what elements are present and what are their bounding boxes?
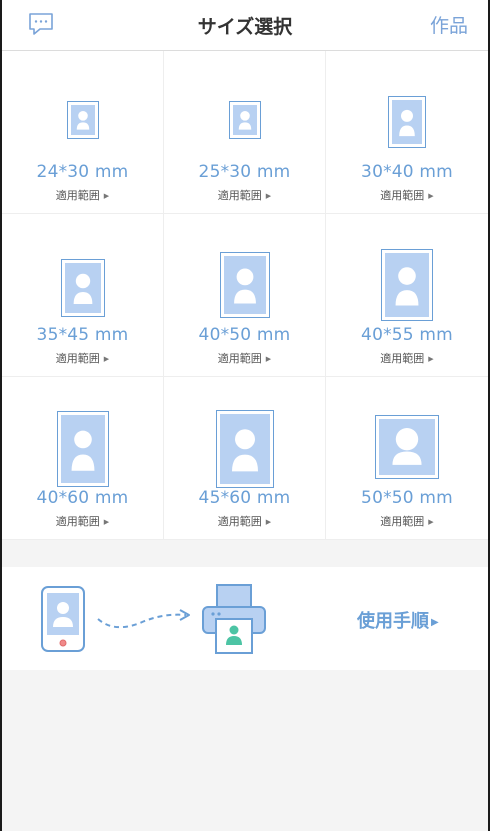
portrait-icon: [220, 252, 270, 318]
screen: サイズ選択 作品 24*30 mm 適用範囲 ▶ 25*30 mm 適用範囲 ▶ 30*40…: [2, 0, 488, 831]
portrait-icon: [375, 415, 439, 479]
triangle-right-icon: ▶: [103, 518, 110, 526]
range-label: 適用範囲: [380, 515, 425, 528]
nav-bar: サイズ選択 作品: [2, 0, 488, 51]
size-option[interactable]: 50*50 mm 適用範囲 ▶: [326, 377, 488, 540]
usage-guide-link[interactable]: 使用手順 ▶: [357, 607, 439, 633]
range-label: 適用範囲: [55, 352, 100, 365]
range-label: 適用範囲: [55, 189, 100, 202]
size-label: 50*50 mm: [361, 488, 453, 508]
triangle-right-icon: ▶: [265, 518, 272, 526]
triangle-right-icon: ▶: [265, 192, 272, 200]
size-option[interactable]: 25*30 mm 適用範囲 ▶: [164, 51, 326, 214]
size-label: 45*60 mm: [198, 488, 291, 508]
triangle-right-icon: ▶: [431, 617, 439, 628]
triangle-right-icon: ▶: [265, 355, 272, 363]
applicable-range-link[interactable]: 適用範囲 ▶: [2, 513, 163, 529]
size-option[interactable]: 40*50 mm 適用範囲 ▶: [164, 214, 326, 377]
phone-icon: [41, 586, 85, 652]
portrait-icon: [381, 249, 433, 321]
range-label: 適用範囲: [217, 189, 262, 202]
applicable-range-link[interactable]: 適用範囲 ▶: [326, 187, 488, 203]
size-label: 25*30 mm: [198, 162, 291, 182]
usage-guide-banner[interactable]: 使用手順 ▶: [2, 567, 488, 670]
range-label: 適用範囲: [217, 352, 262, 365]
portrait-icon: [61, 259, 105, 317]
works-button[interactable]: 作品: [430, 11, 468, 38]
size-option[interactable]: 45*60 mm 適用範囲 ▶: [164, 377, 326, 540]
size-label: 24*30 mm: [36, 162, 129, 182]
portrait-icon: [67, 101, 99, 139]
applicable-range-link[interactable]: 適用範囲 ▶: [2, 187, 163, 203]
size-option[interactable]: 24*30 mm 適用範囲 ▶: [2, 51, 164, 214]
applicable-range-link[interactable]: 適用範囲 ▶: [326, 513, 488, 529]
size-option[interactable]: 40*60 mm 適用範囲 ▶: [2, 377, 164, 540]
usage-guide-label: 使用手順: [357, 611, 429, 632]
applicable-range-link[interactable]: 適用範囲 ▶: [326, 350, 488, 366]
portrait-icon: [57, 411, 109, 487]
dashed-arrow-icon: [97, 609, 190, 629]
applicable-range-link[interactable]: 適用範囲 ▶: [164, 187, 325, 203]
size-option[interactable]: 40*55 mm 適用範囲 ▶: [326, 214, 488, 377]
range-label: 適用範囲: [380, 189, 425, 202]
size-label: 35*45 mm: [36, 325, 129, 345]
portrait-icon: [388, 96, 426, 148]
applicable-range-link[interactable]: 適用範囲 ▶: [164, 513, 325, 529]
size-grid: 24*30 mm 適用範囲 ▶ 25*30 mm 適用範囲 ▶ 30*40 mm 適用範囲 ▶ 3…: [2, 51, 488, 540]
printer-icon: [202, 584, 266, 654]
page-title: サイズ選択: [197, 16, 293, 38]
triangle-right-icon: ▶: [103, 355, 110, 363]
range-label: 適用範囲: [217, 515, 262, 528]
size-label: 30*40 mm: [361, 162, 453, 182]
applicable-range-link[interactable]: 適用範囲 ▶: [164, 350, 325, 366]
chat-bubble-icon[interactable]: [28, 12, 54, 36]
range-label: 適用範囲: [380, 352, 425, 365]
range-label: 適用範囲: [55, 515, 100, 528]
portrait-icon: [216, 410, 274, 488]
triangle-right-icon: ▶: [428, 192, 434, 200]
size-label: 40*55 mm: [361, 325, 453, 345]
size-label: 40*50 mm: [198, 325, 291, 345]
size-option[interactable]: 30*40 mm 適用範囲 ▶: [326, 51, 488, 214]
size-label: 40*60 mm: [36, 488, 129, 508]
portrait-icon: [229, 101, 261, 139]
triangle-right-icon: ▶: [103, 192, 110, 200]
triangle-right-icon: ▶: [428, 518, 434, 526]
size-option[interactable]: 35*45 mm 適用範囲 ▶: [2, 214, 164, 377]
applicable-range-link[interactable]: 適用範囲 ▶: [2, 350, 163, 366]
triangle-right-icon: ▶: [428, 355, 434, 363]
